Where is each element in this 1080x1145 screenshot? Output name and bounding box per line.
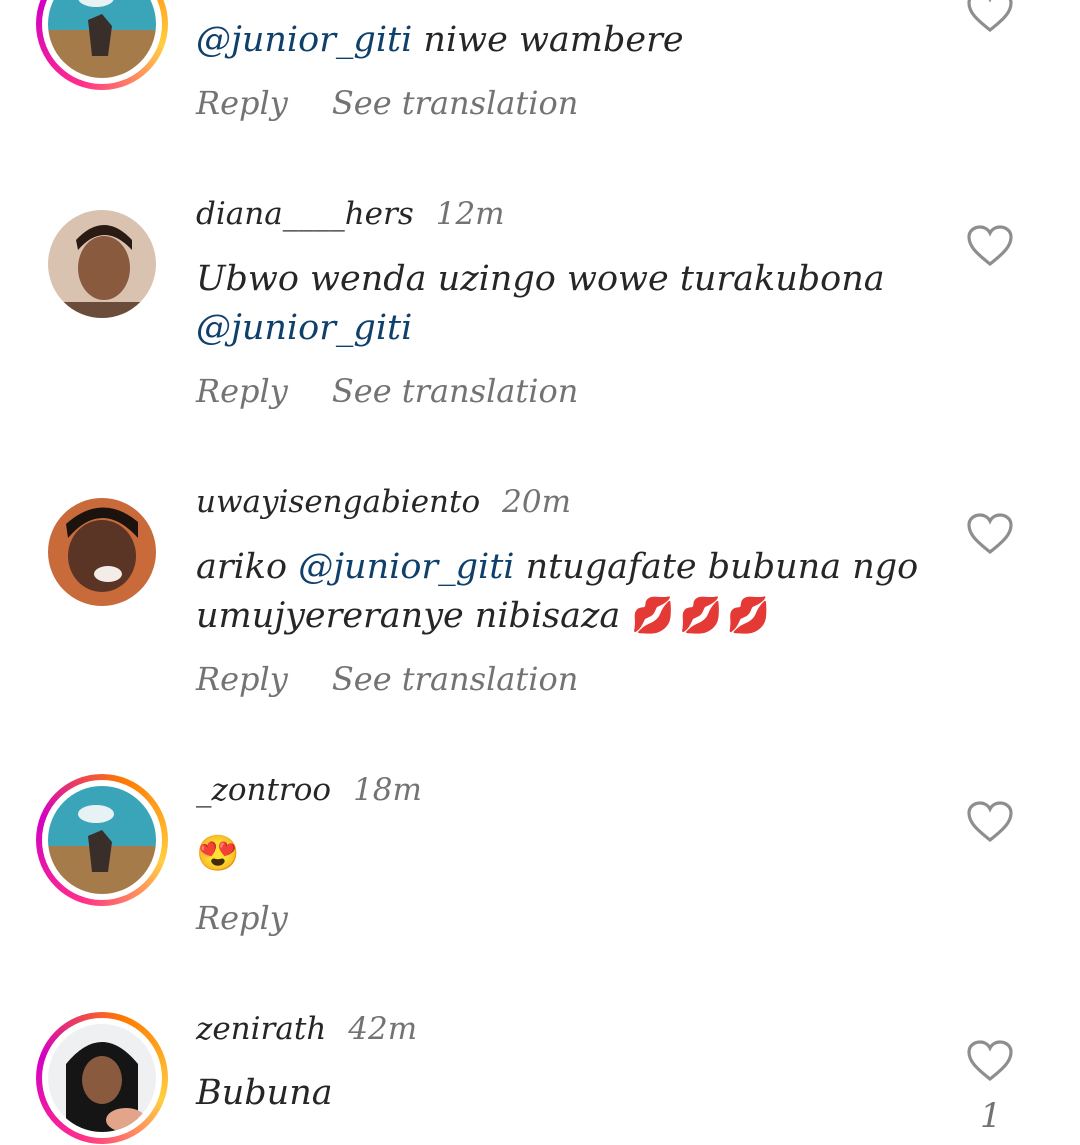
avatar <box>48 1024 156 1132</box>
comment-actions: Reply See translation <box>196 372 622 410</box>
kiss-emoji: 💋💋💋 <box>631 596 775 636</box>
mention-link[interactable]: @junior_giti <box>196 20 412 60</box>
heart-icon[interactable] <box>966 512 1014 556</box>
comment-text: 😍 <box>196 830 936 879</box>
comment-username[interactable]: zenirath 42m <box>196 1011 417 1047</box>
comment-actions: Reply See translation <box>196 660 622 698</box>
avatar-story-ring[interactable] <box>36 774 168 906</box>
comment-text: @junior_giti niwe wambere <box>196 16 936 65</box>
comment-text-part: niwe wambere <box>412 20 684 60</box>
see-translation-button[interactable]: See translation <box>332 84 579 122</box>
mention-link[interactable]: @junior_giti <box>196 308 412 348</box>
see-translation-button[interactable]: See translation <box>332 372 579 410</box>
see-translation-button[interactable]: See translation <box>332 660 579 698</box>
avatar <box>48 498 156 606</box>
username-label[interactable]: zenirath <box>196 1011 326 1047</box>
reply-button[interactable]: Reply <box>196 899 288 937</box>
comment-timestamp: 18m <box>353 772 422 808</box>
mention-link[interactable]: @junior_giti <box>298 547 514 587</box>
heart-icon[interactable] <box>966 0 1014 34</box>
avatar-story-ring[interactable] <box>36 0 168 90</box>
like-count: 1 <box>980 1096 1002 1136</box>
comment-timestamp: 20m <box>502 484 571 520</box>
comment-actions: Reply See translation <box>196 84 622 122</box>
comment-text-part: Bubuna <box>196 1073 333 1113</box>
username-label[interactable]: _zontroo <box>196 772 331 808</box>
heart-icon[interactable] <box>966 224 1014 268</box>
comment-timestamp: 12m <box>435 196 505 232</box>
comment-text: Bubuna <box>196 1069 936 1118</box>
avatar <box>48 786 156 894</box>
comment-timestamp: 42m <box>348 1011 418 1047</box>
comment-actions: Reply <box>196 899 332 937</box>
heart-eyes-emoji: 😍 <box>196 834 244 874</box>
reply-button[interactable]: Reply <box>196 84 288 122</box>
reply-button[interactable]: Reply <box>196 660 288 698</box>
comment-username[interactable]: uwayisengabiento 20m <box>196 484 571 520</box>
username-label[interactable]: uwayisengabiento <box>196 484 480 520</box>
avatar-container[interactable] <box>48 498 156 606</box>
comment-text-part: ariko <box>196 547 299 587</box>
comment-text-part: Ubwo wenda uzingo wowe turakubona <box>196 259 885 299</box>
comment-text: Ubwo wenda uzingo wowe turakubona @junio… <box>196 255 936 353</box>
username-label[interactable]: diana____hers <box>196 196 414 232</box>
avatar-container[interactable] <box>48 210 156 318</box>
heart-icon[interactable] <box>966 1039 1014 1083</box>
avatar-story-ring[interactable] <box>36 1012 168 1144</box>
heart-icon[interactable] <box>966 800 1014 844</box>
comment-text: ariko @junior_giti ntugafate bubuna ngo … <box>196 543 936 641</box>
avatar <box>48 210 156 318</box>
comment-username[interactable]: diana____hers 12m <box>196 196 505 232</box>
comment-username[interactable]: _zontroo 18m <box>196 772 422 808</box>
reply-button[interactable]: Reply <box>196 372 288 410</box>
